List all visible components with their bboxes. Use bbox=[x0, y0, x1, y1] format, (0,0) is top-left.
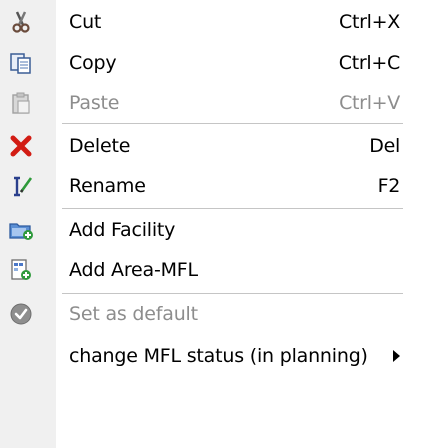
paste-icon bbox=[8, 90, 34, 116]
menu-item-label: Rename bbox=[69, 175, 146, 197]
menu-item-label: Set as default bbox=[69, 303, 198, 325]
menu-item-cut[interactable]: Cut Ctrl+X bbox=[0, 2, 425, 42]
menu-item-shortcut: Ctrl+X bbox=[339, 11, 400, 33]
menu-item-delete[interactable]: Delete Del bbox=[0, 126, 425, 166]
menu-item-paste[interactable]: Paste Ctrl+V bbox=[0, 83, 425, 123]
menu-item-rename[interactable]: Rename F2 bbox=[0, 166, 425, 206]
menu-item-add-area-mfl[interactable]: Add Area-MFL bbox=[0, 250, 425, 290]
menu-item-change-mfl-status[interactable]: change MFL status (in planning) bbox=[0, 336, 425, 376]
menu-item-label: Cut bbox=[69, 11, 102, 33]
menu-item-label: change MFL status (in planning) bbox=[69, 345, 368, 367]
add-area-icon bbox=[8, 257, 34, 283]
rename-icon bbox=[8, 173, 34, 199]
submenu-arrow-icon bbox=[393, 350, 400, 362]
menu-item-copy[interactable]: Copy Ctrl+C bbox=[0, 43, 425, 83]
menu-item-add-facility[interactable]: Add Facility bbox=[0, 210, 425, 250]
menu-item-shortcut: Ctrl+V bbox=[339, 92, 400, 114]
menu-separator bbox=[62, 208, 403, 210]
menu-item-shortcut: Del bbox=[369, 135, 400, 157]
menu-item-label: Copy bbox=[69, 52, 117, 74]
add-folder-icon bbox=[8, 217, 34, 243]
menu-item-shortcut: F2 bbox=[377, 175, 401, 197]
menu-item-label: Paste bbox=[69, 92, 120, 114]
check-circle-icon bbox=[8, 301, 34, 327]
menu-item-shortcut: Ctrl+C bbox=[338, 52, 401, 74]
context-menu: Cut Ctrl+X Copy Ctrl+C Paste Ctrl+V Dele… bbox=[0, 0, 425, 448]
menu-item-label: Delete bbox=[69, 135, 131, 157]
menu-item-label: Add Area-MFL bbox=[69, 259, 198, 281]
menu-item-label: Add Facility bbox=[69, 219, 176, 241]
menu-separator bbox=[62, 123, 403, 125]
scissors-icon bbox=[8, 9, 34, 35]
delete-x-icon bbox=[8, 133, 34, 159]
copy-icon bbox=[8, 50, 34, 76]
menu-item-set-as-default[interactable]: Set as default bbox=[0, 294, 425, 334]
